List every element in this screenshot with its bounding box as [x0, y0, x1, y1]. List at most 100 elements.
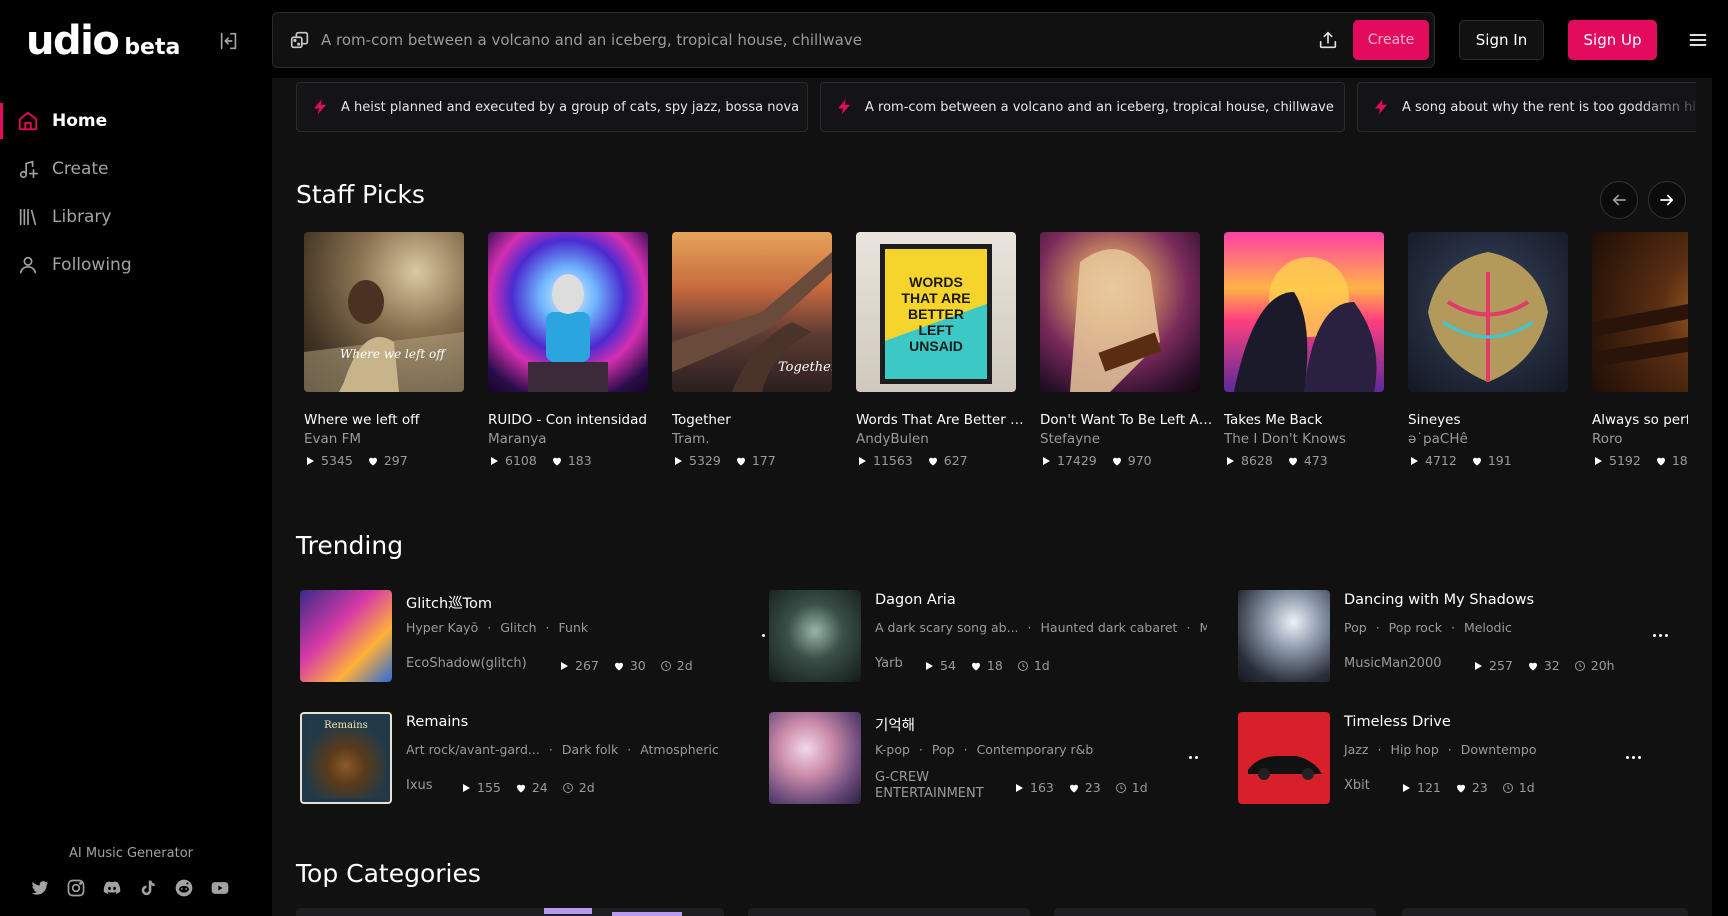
instagram-icon[interactable]	[66, 878, 86, 898]
nav-item-library[interactable]: Library	[0, 193, 272, 241]
song-artist: Evan FM	[304, 431, 362, 447]
song-artist[interactable]: G-CREW ENTERTAINMENT	[875, 770, 1005, 802]
more-options-button[interactable]	[1653, 634, 1668, 637]
song-stats: 5345 297	[304, 453, 464, 468]
trending-item[interactable]: 기억해 K-pop · Pop · Contemporary r&b G-CREW …	[769, 712, 1229, 804]
trending-item[interactable]: Glitch巡Tom Hyper Kayō · Glitch · Funk EcoS…	[300, 590, 765, 682]
genre-tag[interactable]: Hip hop	[1390, 742, 1438, 757]
genre-tag[interactable]: Art rock/avant-gard...	[406, 742, 540, 757]
discord-icon[interactable]	[102, 878, 122, 898]
cover-art: WORDS THAT ARE BETTER LEFT UNSAID	[856, 232, 1016, 392]
trending-item[interactable]: Timeless Drive Jazz · Hip hop · Downtempo …	[1238, 712, 1698, 804]
cover-art	[1408, 232, 1568, 392]
genre-tag[interactable]: Dark folk	[562, 742, 618, 757]
genre-tag[interactable]: Pop	[1344, 620, 1367, 635]
play-icon	[675, 456, 682, 465]
category-card[interactable]	[748, 908, 1030, 916]
song-stats: 155 24 2d	[460, 780, 595, 795]
cover-title-text: Remains	[324, 720, 368, 731]
play-icon	[561, 661, 568, 670]
nav-item-create[interactable]: Create	[0, 145, 272, 193]
genre-tag[interactable]: Me	[1199, 620, 1207, 635]
song-artist[interactable]: Xbit	[1344, 778, 1370, 793]
heart-icon	[1069, 784, 1078, 792]
category-card[interactable]	[296, 908, 724, 916]
logo-wordmark: udio	[26, 18, 120, 64]
song-card[interactable]: Together Together Tram. 5329 177	[672, 232, 832, 468]
genre-tag[interactable]: Glitch	[500, 620, 536, 635]
genre-tag[interactable]: Contemporary r&b	[977, 742, 1094, 757]
song-card[interactable]: Sineyes ə˙paCHê 4712 191	[1408, 232, 1568, 468]
song-artist[interactable]: Ixus	[406, 778, 433, 793]
genre-tag[interactable]: Funk	[559, 620, 589, 635]
genre-tag[interactable]: A dark scary song ab...	[875, 620, 1019, 635]
genre-tag[interactable]: Jazz	[1344, 742, 1368, 757]
play-icon	[491, 456, 498, 465]
youtube-icon[interactable]	[210, 878, 230, 898]
category-card[interactable]	[1054, 908, 1376, 916]
play-icon	[1043, 456, 1050, 465]
song-card[interactable]: Where we left off Where we left off Evan…	[304, 232, 464, 468]
song-artist[interactable]: MusicMan2000	[1344, 656, 1442, 671]
social-links	[30, 878, 230, 898]
sign-up-button[interactable]: Sign Up	[1568, 20, 1657, 60]
like-count: 18	[986, 658, 1003, 673]
play-count: 8628	[1241, 453, 1273, 468]
genre-tag[interactable]: K-pop	[875, 742, 910, 757]
play-icon	[1411, 456, 1418, 465]
carousel-prev-button[interactable]	[1600, 181, 1638, 219]
clock-icon	[562, 782, 573, 793]
reddit-icon[interactable]	[174, 878, 194, 898]
prompt-input[interactable]	[321, 23, 1281, 57]
song-card[interactable]: Don't Want To Be Left Alone Stefayne 174…	[1040, 232, 1214, 468]
song-artist: Stefayne	[1040, 431, 1101, 447]
genre-tags: Pop · Pop rock · Melodic	[1344, 620, 1512, 635]
genre-tag[interactable]: Melodic	[1464, 620, 1512, 635]
lightning-icon	[314, 99, 326, 115]
sign-in-button[interactable]: Sign In	[1459, 20, 1544, 60]
create-button[interactable]: Create	[1353, 20, 1429, 60]
song-artist[interactable]: EcoShadow(glitch)	[406, 656, 527, 671]
main-content: Create Sign In Sign Up A heist planned a…	[272, 0, 1712, 916]
genre-tag[interactable]: Pop	[932, 742, 955, 757]
trending-item[interactable]: Dancing with My Shadows Pop · Pop rock · M…	[1238, 590, 1698, 682]
genre-tag[interactable]: Atmospheric	[640, 742, 719, 757]
dice-shuffle-icon[interactable]	[289, 29, 311, 51]
song-card[interactable]: RUIDO - Con intensidad Maranya 6108 183	[488, 232, 648, 468]
genre-tag[interactable]: Haunted dark cabaret	[1041, 620, 1178, 635]
trending-item[interactable]: Dagon Aria A dark scary song ab... · Haun…	[769, 590, 1229, 682]
song-card[interactable]: Always so perfect Roro 5192 18	[1592, 232, 1688, 468]
udio-logo[interactable]: udio beta	[26, 18, 180, 64]
more-options-button[interactable]	[1626, 756, 1641, 759]
heart-icon	[1472, 457, 1481, 465]
genre-tag[interactable]: Pop rock	[1389, 620, 1442, 635]
more-options-button[interactable]	[762, 634, 765, 637]
genre-tag[interactable]: Hyper Kayō	[406, 620, 478, 635]
song-card[interactable]: WORDS THAT ARE BETTER LEFT UNSAID Words …	[856, 232, 1030, 468]
song-card[interactable]: Takes Me Back The I Don't Knows 8628 473	[1224, 232, 1384, 468]
upload-icon[interactable]	[1317, 29, 1339, 51]
main-nav: Home Create Library Following	[0, 97, 272, 289]
more-options-button[interactable]	[1189, 756, 1198, 759]
tiktok-icon[interactable]	[138, 878, 158, 898]
twitter-icon[interactable]	[30, 878, 50, 898]
prompt-chip[interactable]: A heist planned and executed by a group …	[296, 82, 808, 132]
song-artist[interactable]: Yarb	[875, 656, 903, 671]
age: 20h	[1590, 658, 1615, 673]
trending-item[interactable]: Remains Remains Art rock/avant-gard... · …	[300, 712, 760, 804]
song-artist: Tram.	[672, 431, 710, 447]
category-card[interactable]	[1402, 908, 1688, 916]
category-art	[612, 912, 682, 916]
prompt-chip[interactable]: A rom-com between a volcano and an icebe…	[820, 82, 1345, 132]
genre-tag[interactable]: Downtempo	[1461, 742, 1537, 757]
like-count: 32	[1543, 658, 1560, 673]
carousel-next-button[interactable]	[1648, 181, 1686, 219]
home-icon	[18, 111, 38, 131]
collapse-sidebar-icon[interactable]	[218, 30, 240, 52]
prompt-chip[interactable]: A song about why the rent is too goddamn…	[1357, 82, 1696, 132]
song-title: Remains	[406, 714, 469, 730]
hamburger-menu-icon[interactable]	[1688, 30, 1708, 50]
nav-item-home[interactable]: Home	[0, 97, 272, 145]
cover-script-text: Where we left off	[340, 347, 445, 361]
nav-item-following[interactable]: Following	[0, 241, 272, 289]
